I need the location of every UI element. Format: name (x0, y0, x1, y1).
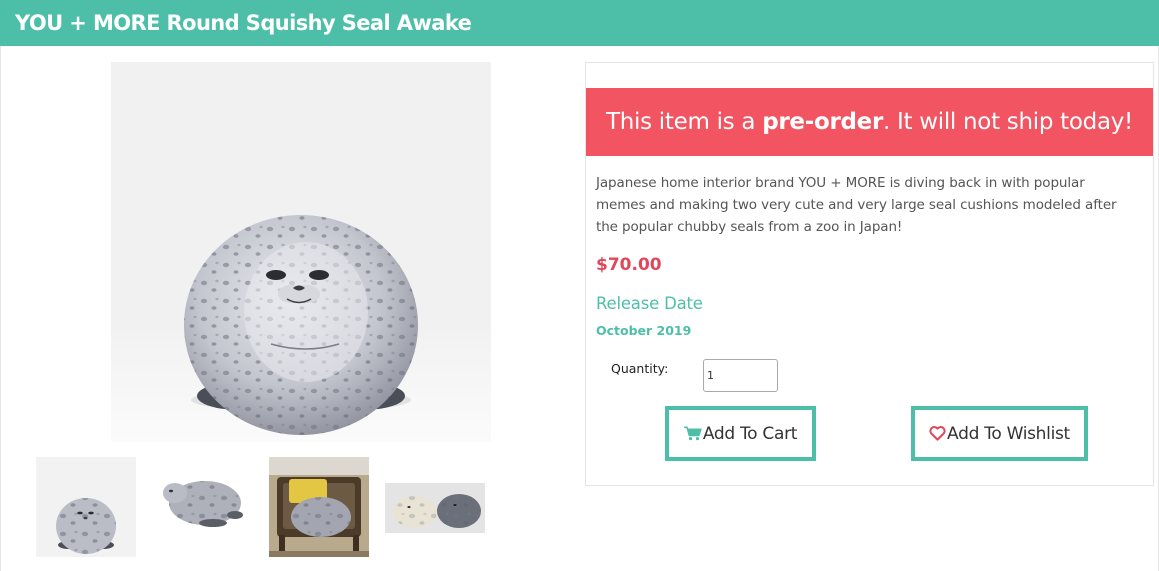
release-date-value: October 2019 (596, 323, 692, 338)
thumbnail-2[interactable] (153, 457, 253, 557)
quantity-label: Quantity: (611, 361, 669, 376)
add-to-wishlist-label: Add To Wishlist (947, 423, 1070, 444)
seal-on-chair-thumbnail-image (269, 457, 369, 557)
seal-thumbnail-front-image (36, 457, 136, 557)
seal-pair-thumbnail-image (385, 457, 485, 557)
add-to-wishlist-button[interactable]: Add To Wishlist (911, 406, 1088, 461)
product-info-panel: This item is a pre-order. It will not sh… (585, 62, 1154, 486)
heart-icon (929, 426, 946, 441)
preorder-banner: This item is a pre-order. It will not sh… (586, 88, 1153, 156)
product-price: $70.00 (596, 255, 662, 275)
add-to-cart-button[interactable]: Add To Cart (665, 406, 816, 461)
cart-icon (683, 426, 702, 441)
product-description: Japanese home interior brand YOU + MORE … (596, 175, 1117, 235)
release-date-heading: Release Date (596, 294, 703, 313)
thumbnail-1[interactable] (36, 457, 136, 557)
quantity-input[interactable] (703, 359, 778, 392)
thumbnail-4[interactable] (385, 457, 485, 557)
thumbnail-3[interactable] (269, 457, 369, 557)
page-title: YOU + MORE Round Squishy Seal Awake (0, 0, 1159, 46)
preorder-banner-prefix: This item is a (606, 109, 763, 135)
seal-plush-image (111, 62, 491, 442)
seal-thumbnail-side-image (153, 457, 253, 557)
preorder-banner-suffix: . It will not ship today! (883, 109, 1133, 135)
preorder-banner-emphasis: pre-order (762, 109, 883, 135)
main-product-image (111, 62, 491, 442)
add-to-cart-label: Add To Cart (702, 423, 798, 444)
